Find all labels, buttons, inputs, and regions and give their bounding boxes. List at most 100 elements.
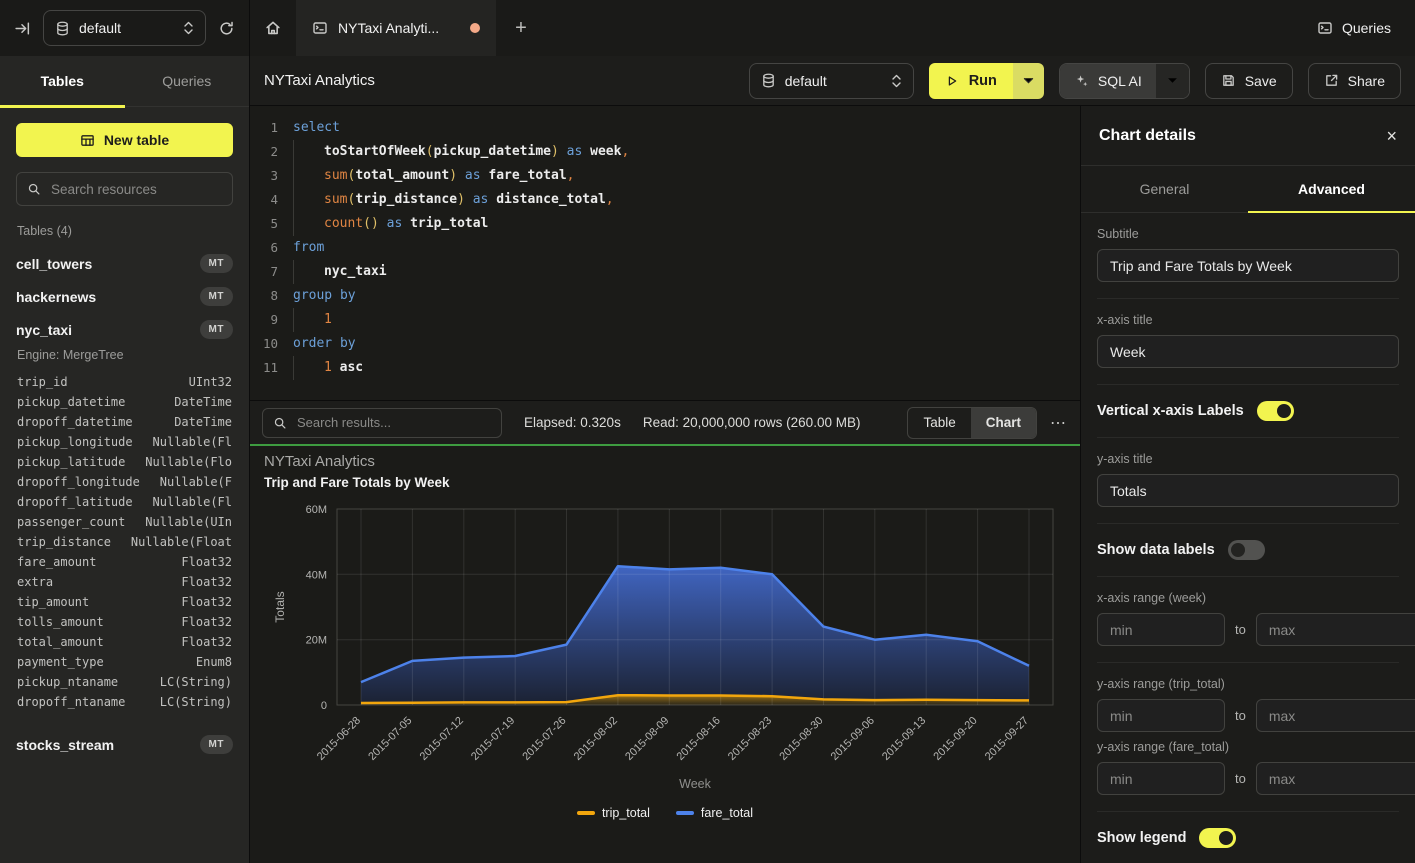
xaxis-title-input[interactable] bbox=[1097, 335, 1399, 368]
share-button-label: Share bbox=[1348, 73, 1385, 89]
table-icon bbox=[80, 133, 95, 148]
table-row[interactable]: hackernewsMT bbox=[0, 280, 249, 313]
code-token: ) bbox=[551, 144, 559, 159]
column-type: Float32 bbox=[181, 592, 232, 612]
run-options-chevron[interactable] bbox=[1013, 63, 1044, 99]
new-tab-button[interactable]: + bbox=[496, 0, 546, 56]
query-tab[interactable]: NYTaxi Analyti... bbox=[296, 0, 496, 56]
database-icon bbox=[55, 21, 70, 36]
chart-canvas[interactable]: 020M40M60MTotals2015-06-282015-07-052015… bbox=[250, 446, 1080, 863]
show-legend-toggle[interactable] bbox=[1199, 828, 1236, 848]
svg-text:2015-06-28: 2015-06-28 bbox=[315, 715, 363, 763]
database-selector[interactable]: default bbox=[749, 63, 914, 99]
vertical-labels-toggle[interactable] bbox=[1257, 401, 1294, 421]
view-toggle-chart[interactable]: Chart bbox=[971, 408, 1036, 438]
collapse-sidebar-icon[interactable] bbox=[14, 20, 31, 37]
line-content: select bbox=[278, 116, 340, 140]
sidebar-tab-tables[interactable]: Tables bbox=[0, 56, 125, 106]
run-button[interactable]: Run bbox=[929, 63, 1044, 99]
column-type: DateTime bbox=[174, 392, 232, 412]
sidebar-search-input[interactable] bbox=[49, 181, 222, 198]
save-button[interactable]: Save bbox=[1205, 63, 1293, 99]
sql-ai-main[interactable]: SQL AI bbox=[1060, 64, 1156, 98]
column-type: Nullable(UIn bbox=[145, 512, 232, 532]
sql-ai-button[interactable]: SQL AI bbox=[1059, 63, 1190, 99]
column-type: Float32 bbox=[181, 552, 232, 572]
column-row: tip_amount Float32 bbox=[0, 592, 249, 612]
panel-title: Chart details bbox=[1099, 127, 1196, 145]
legend-item-trip_total[interactable]: trip_total bbox=[577, 806, 650, 820]
column-name: dropoff_ntaname bbox=[17, 692, 125, 712]
line-content: sum(trip_distance) as distance_total, bbox=[278, 188, 614, 212]
engine-badge: MT bbox=[200, 320, 233, 339]
column-name: dropoff_latitude bbox=[17, 492, 133, 512]
yaxis-title-section: y-axis title bbox=[1097, 452, 1399, 524]
results-search-input[interactable] bbox=[295, 414, 491, 431]
save-button-label: Save bbox=[1245, 73, 1277, 89]
column-name: tip_amount bbox=[17, 592, 89, 612]
home-icon bbox=[264, 19, 282, 37]
sparkles-icon bbox=[1074, 73, 1089, 88]
indent-guide bbox=[293, 188, 324, 212]
code-token: , bbox=[606, 192, 614, 207]
results-chart: 020M40M60MTotals2015-06-282015-07-052015… bbox=[250, 446, 1080, 863]
legend-item-fare_total[interactable]: fare_total bbox=[676, 806, 753, 820]
elapsed-time: Elapsed: 0.320s bbox=[524, 415, 621, 430]
close-icon[interactable]: × bbox=[1386, 127, 1397, 145]
play-icon bbox=[945, 74, 959, 88]
to-label: to bbox=[1235, 622, 1246, 637]
sidebar-tab-queries[interactable]: Queries bbox=[125, 56, 250, 106]
subtitle-input[interactable] bbox=[1097, 249, 1399, 282]
refresh-icon[interactable] bbox=[218, 20, 235, 37]
yaxis-range-fare-max-input[interactable] bbox=[1256, 762, 1415, 795]
code-token: group by bbox=[293, 288, 356, 303]
queries-button[interactable]: Queries bbox=[1317, 0, 1391, 56]
column-name: pickup_ntaname bbox=[17, 672, 118, 692]
column-row: tolls_amountFloat32 bbox=[0, 612, 249, 632]
yaxis-range-trip-min-input[interactable] bbox=[1097, 699, 1225, 732]
xaxis-range-max-input[interactable] bbox=[1256, 613, 1415, 646]
column-type: Float32 bbox=[181, 612, 232, 632]
indent-guide bbox=[293, 164, 324, 188]
column-type: DateTime bbox=[174, 412, 232, 432]
show-legend-row: Show legend bbox=[1097, 812, 1399, 848]
home-tab-button[interactable] bbox=[250, 0, 296, 56]
column-row: dropoff_datetime DateTime bbox=[0, 412, 249, 432]
to-label: to bbox=[1235, 708, 1246, 723]
table-row[interactable]: nyc_taxiMT bbox=[0, 313, 249, 346]
yaxis-range-fare-min-input[interactable] bbox=[1097, 762, 1225, 795]
column-type: UInt32 bbox=[189, 372, 232, 392]
results-search bbox=[262, 408, 502, 438]
view-toggle-chart-label: Chart bbox=[986, 415, 1021, 430]
panel-tab-advanced[interactable]: Advanced bbox=[1248, 166, 1415, 212]
to-label: to bbox=[1235, 771, 1246, 786]
sidebar-search bbox=[16, 172, 233, 206]
new-table-button[interactable]: New table bbox=[16, 123, 233, 157]
view-toggle: Table Chart bbox=[907, 407, 1037, 439]
panel-tab-general[interactable]: General bbox=[1081, 166, 1248, 212]
database-selector[interactable]: default bbox=[43, 10, 206, 46]
table-row[interactable]: cell_towersMT bbox=[0, 247, 249, 280]
yaxis-range-trip-max-input[interactable] bbox=[1256, 699, 1415, 732]
table-row[interactable]: stocks_streamMT bbox=[0, 728, 249, 761]
column-name: dropoff_datetime bbox=[17, 412, 133, 432]
share-button[interactable]: Share bbox=[1308, 63, 1401, 99]
view-toggle-table[interactable]: Table bbox=[908, 408, 970, 438]
more-options-icon[interactable]: ⋯ bbox=[1050, 413, 1066, 433]
run-button-main[interactable]: Run bbox=[929, 63, 1013, 99]
column-row: dropoff_ntanameLC(String) bbox=[0, 692, 249, 712]
xaxis-range-min-input[interactable] bbox=[1097, 613, 1225, 646]
xaxis-range-label: x-axis range (week) bbox=[1097, 591, 1399, 605]
sql-ai-chevron[interactable] bbox=[1156, 64, 1189, 98]
line-number: 5 bbox=[250, 212, 278, 236]
engine-badge: MT bbox=[200, 735, 233, 754]
yaxis-title-input[interactable] bbox=[1097, 474, 1399, 507]
column-row: pickup_datetimeDateTime bbox=[0, 392, 249, 412]
data-labels-toggle[interactable] bbox=[1228, 540, 1265, 560]
code-token bbox=[582, 144, 590, 159]
sidebar: Tables Queries New table Tables (4) cell… bbox=[0, 56, 250, 863]
sql-editor[interactable]: 1select2toStartOfWeek(pickup_datetime) a… bbox=[250, 106, 1080, 400]
data-labels-section: Show data labels bbox=[1097, 524, 1399, 577]
svg-text:2015-08-02: 2015-08-02 bbox=[572, 715, 620, 763]
code-line: 8group by bbox=[250, 284, 1080, 308]
